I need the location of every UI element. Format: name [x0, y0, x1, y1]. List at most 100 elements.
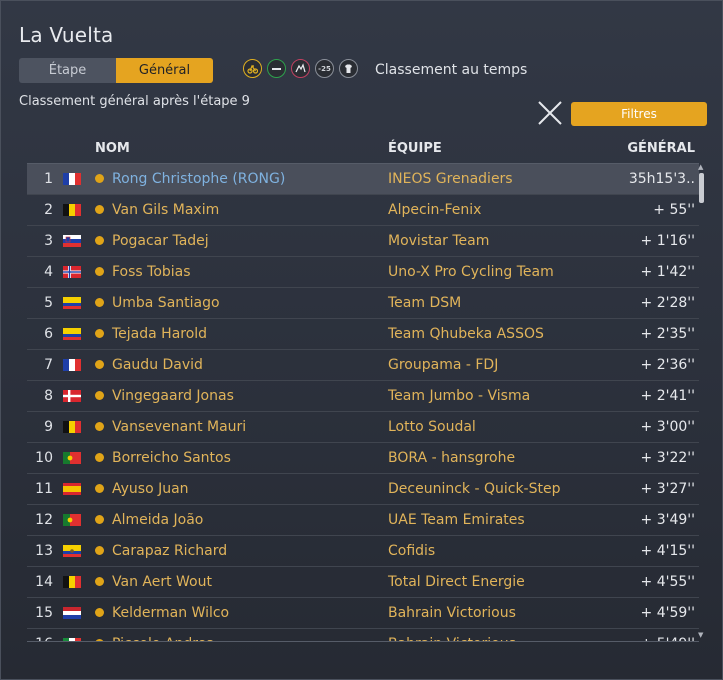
team-name[interactable]: Alpecin-Fenix	[388, 202, 481, 218]
team-name[interactable]: Team Qhubeka ASSOS	[388, 326, 544, 342]
info-icon[interactable]	[95, 360, 104, 369]
info-icon[interactable]	[95, 422, 104, 431]
table-row[interactable]: 2 Van Gils Maxim Alpecin-Fenix + 55''	[27, 195, 699, 226]
rider-name[interactable]: Carapaz Richard	[112, 543, 227, 559]
jersey-green-icon[interactable]	[267, 59, 286, 78]
team-name[interactable]: Team Jumbo - Visma	[388, 388, 530, 404]
rider-name[interactable]: Gaudu David	[112, 357, 203, 373]
tab-general[interactable]: Général	[116, 58, 213, 83]
info-icon[interactable]	[95, 546, 104, 555]
rider-name[interactable]: Rong Christophe (RONG)	[112, 171, 285, 187]
flag-no-icon	[63, 266, 81, 278]
column-header-name[interactable]: NOM	[95, 141, 130, 156]
flag-co-icon	[63, 328, 81, 340]
under-25-icon[interactable]: -25	[315, 59, 334, 78]
info-icon[interactable]	[95, 267, 104, 276]
rider-name[interactable]: Tejada Harold	[112, 326, 207, 342]
table-row[interactable]: 7 Gaudu David Groupama - FDJ + 2'36''	[27, 350, 699, 381]
flag-dk-icon	[63, 390, 81, 402]
column-header-team[interactable]: ÉQUIPE	[388, 141, 442, 156]
general-time: + 1'16''	[640, 233, 695, 249]
team-name[interactable]: Groupama - FDJ	[388, 357, 498, 373]
team-name[interactable]: Total Direct Energie	[388, 574, 525, 590]
team-name[interactable]: Movistar Team	[388, 233, 489, 249]
scrollbar[interactable]: ▲ ▼	[698, 163, 705, 641]
info-icon[interactable]	[95, 205, 104, 214]
table-row[interactable]: 3 Pogacar Tadej Movistar Team + 1'16''	[27, 226, 699, 257]
info-icon[interactable]	[95, 298, 104, 307]
info-icon[interactable]	[95, 391, 104, 400]
team-name[interactable]: Bahrain Victorious	[388, 605, 516, 621]
stage-general-toggle: Étape Général	[19, 58, 213, 83]
table-row[interactable]: 13 Carapaz Richard Cofidis + 4'15''	[27, 536, 699, 567]
table-row[interactable]: 5 Umba Santiago Team DSM + 2'28''	[27, 288, 699, 319]
rank-position: 2	[44, 202, 53, 218]
rank-position: 3	[44, 233, 53, 249]
table-row[interactable]: 14 Van Aert Wout Total Direct Energie + 4'5…	[27, 567, 699, 598]
flag-pt-icon	[63, 452, 81, 464]
rider-name[interactable]: Foss Tobias	[112, 264, 191, 280]
column-header-general[interactable]: GÉNÉRAL	[609, 141, 695, 156]
table-row[interactable]: 1 Rong Christophe (RONG) INEOS Grenadiers 3…	[27, 164, 699, 195]
team-name[interactable]: BORA - hansgrohe	[388, 450, 515, 466]
close-icon[interactable]	[537, 100, 563, 126]
general-time: + 2'41''	[640, 388, 695, 404]
rider-name[interactable]: Ayuso Juan	[112, 481, 189, 497]
info-icon[interactable]	[95, 329, 104, 338]
general-time: 35h15'3..	[628, 171, 695, 187]
team-name[interactable]: Cofidis	[388, 543, 435, 559]
rank-position: 5	[44, 295, 53, 311]
table-row[interactable]: 4 Foss Tobias Uno-X Pro Cycling Team + 1'42…	[27, 257, 699, 288]
info-icon[interactable]	[95, 174, 104, 183]
jersey-yellow-icon[interactable]	[243, 59, 262, 78]
rider-name[interactable]: Vingegaard Jonas	[112, 388, 234, 404]
scroll-thumb[interactable]	[699, 173, 704, 203]
rank-position: 4	[44, 264, 53, 280]
mountain-icon[interactable]	[291, 59, 310, 78]
flag-pt-icon	[63, 514, 81, 526]
table-row[interactable]: 10 Borreicho Santos BORA - hansgrohe + 3'22…	[27, 443, 699, 474]
rider-name[interactable]: Van Aert Wout	[112, 574, 212, 590]
filters-button[interactable]: Filtres	[571, 102, 707, 126]
team-name[interactable]: Lotto Soudal	[388, 419, 476, 435]
scroll-down-icon[interactable]: ▼	[698, 631, 703, 639]
rider-name[interactable]: Borreicho Santos	[112, 450, 231, 466]
team-name[interactable]: UAE Team Emirates	[388, 512, 525, 528]
team-icon[interactable]	[339, 59, 358, 78]
general-time: + 4'15''	[640, 543, 695, 559]
rider-name[interactable]: Van Gils Maxim	[112, 202, 219, 218]
general-time: + 4'55''	[640, 574, 695, 590]
rider-name[interactable]: Kelderman Wilco	[112, 605, 229, 621]
scroll-up-icon[interactable]: ▲	[698, 163, 703, 171]
general-time: + 2'28''	[640, 295, 695, 311]
rider-name[interactable]: Vansevenant Mauri	[112, 419, 246, 435]
info-icon[interactable]	[95, 453, 104, 462]
info-icon[interactable]	[95, 484, 104, 493]
rank-position: 9	[44, 419, 53, 435]
info-icon[interactable]	[95, 608, 104, 617]
rider-name[interactable]: Pogacar Tadej	[112, 233, 209, 249]
tab-stage[interactable]: Étape	[19, 58, 116, 83]
info-icon[interactable]	[95, 515, 104, 524]
team-name[interactable]: INEOS Grenadiers	[388, 171, 513, 187]
classification-panel: La Vuelta Étape Général -25 Classement a…	[0, 0, 723, 680]
classification-icons: -25	[243, 59, 358, 78]
info-icon[interactable]	[95, 577, 104, 586]
rider-name[interactable]: Almeida João	[112, 512, 203, 528]
team-name[interactable]: Uno-X Pro Cycling Team	[388, 264, 554, 280]
general-time: + 3'27''	[640, 481, 695, 497]
info-icon[interactable]	[95, 236, 104, 245]
flag-nl-icon	[63, 607, 81, 619]
team-name[interactable]: Deceuninck - Quick-Step	[388, 481, 560, 497]
table-row[interactable]: 11 Ayuso Juan Deceuninck - Quick-Step + 3'2…	[27, 474, 699, 505]
table-row[interactable]: 15 Kelderman Wilco Bahrain Victorious + 4'5…	[27, 598, 699, 629]
flag-be-icon	[63, 576, 81, 588]
table-row[interactable]: 12 Almeida João UAE Team Emirates + 3'49''	[27, 505, 699, 536]
table-row[interactable]: 9 Vansevenant Mauri Lotto Soudal + 3'00''	[27, 412, 699, 443]
rank-position: 14	[35, 574, 53, 590]
table-row[interactable]: 6 Tejada Harold Team Qhubeka ASSOS + 2'35''	[27, 319, 699, 350]
ranking-table: 1 Rong Christophe (RONG) INEOS Grenadiers 3…	[27, 163, 699, 642]
team-name[interactable]: Team DSM	[388, 295, 461, 311]
table-row[interactable]: 8 Vingegaard Jonas Team Jumbo - Visma + 2'4…	[27, 381, 699, 412]
rider-name[interactable]: Umba Santiago	[112, 295, 220, 311]
